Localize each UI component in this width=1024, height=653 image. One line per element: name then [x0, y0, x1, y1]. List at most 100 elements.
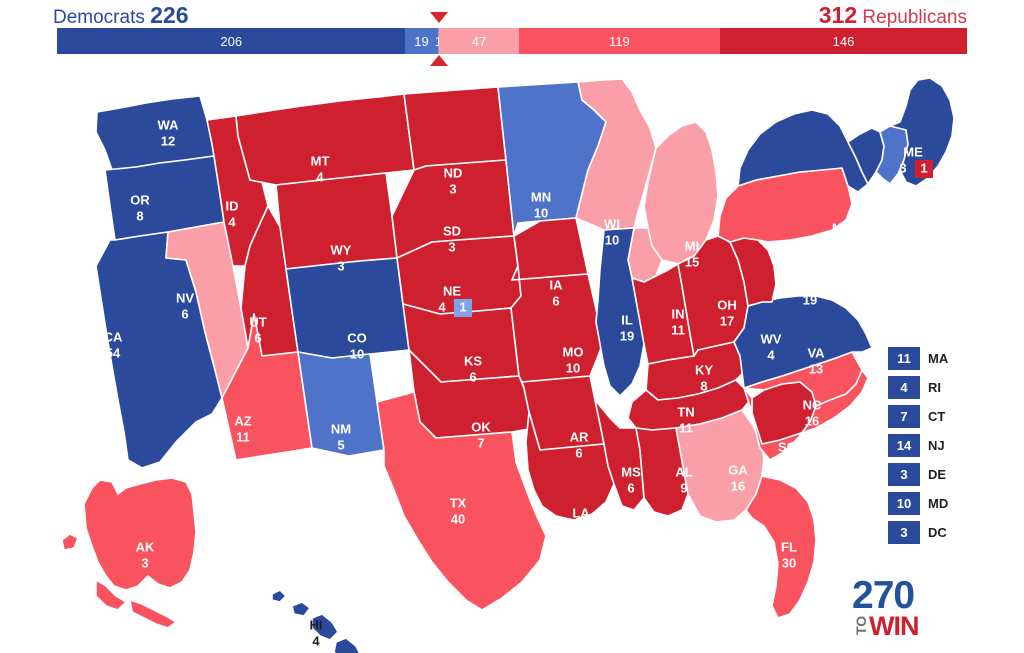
legend-state-abbr: MA: [928, 351, 949, 366]
bar-segment-republican-likely[interactable]: 119: [518, 28, 721, 54]
legend-row-ct[interactable]: 7 CT: [888, 405, 1008, 428]
state-ev-sc: 9: [783, 455, 790, 470]
state-ev-va: 13: [809, 361, 823, 376]
state-ev-pa: 19: [803, 292, 817, 307]
state-ev-ks: 6: [469, 369, 476, 384]
bar-segment-value: 119: [609, 33, 630, 49]
state-label-ok: OK: [471, 419, 491, 434]
state-ev-hi: 4: [312, 633, 320, 648]
electoral-vote-header: Democrats 226 312 Republicans 2061914711…: [0, 0, 1024, 70]
270towin-logo: 270 TO WIN: [852, 574, 972, 640]
bar-segment-value: 206: [220, 33, 243, 49]
legend-row-nj[interactable]: 14 NJ: [888, 434, 1008, 457]
state-ev-az: 11: [236, 429, 250, 444]
state-ev-mt: 4: [316, 169, 324, 184]
state-label-sc: SC: [778, 439, 797, 454]
bar-segment-republican-lean[interactable]: 47: [439, 28, 519, 54]
state-ev-sd: 3: [448, 239, 455, 254]
state-label-az: AZ: [234, 413, 251, 428]
democrat-total-label: Democrats 226: [53, 2, 189, 29]
state-label-wy: WY: [331, 242, 352, 257]
district-ev-ne: 1: [459, 299, 466, 314]
state-ak[interactable]: [61, 477, 197, 629]
state-label-la: LA: [572, 505, 590, 520]
us-map-svg[interactable]: WA12OR8CA54NV6ID4MT4WY3UT6 CO10AZ11NM5ND3…: [0, 70, 1024, 653]
legend-ev-box: 3: [888, 521, 920, 544]
legend-row-ma[interactable]: 11 MA: [888, 347, 1008, 370]
state-label-il: IL: [621, 312, 633, 327]
state-ev-ia: 6: [552, 293, 559, 308]
republican-vote-count: 312: [818, 2, 858, 28]
logo-270-text: 270: [852, 574, 915, 617]
legend-state-abbr: DC: [928, 525, 947, 540]
state-ia[interactable]: [511, 217, 589, 281]
legend-state-abbr: MD: [928, 496, 949, 511]
legend-row-dc[interactable]: 3 DC: [888, 521, 1008, 544]
electoral-vote-bar[interactable]: 20619147119146: [57, 28, 967, 54]
legend-ev-box: 4: [888, 376, 920, 399]
bar-segment-democrat-safe[interactable]: 206: [57, 28, 406, 54]
bar-segment-democrat-likely[interactable]: 19: [405, 28, 438, 54]
state-ev-ne: 4: [438, 299, 446, 314]
bar-segment-value: 146: [832, 33, 855, 49]
bar-segment-republican-safe[interactable]: 146: [720, 28, 967, 54]
legend-row-de[interactable]: 3 DE: [888, 463, 1008, 486]
legend-row-ri[interactable]: 4 RI: [888, 376, 1008, 399]
logo-to-text: TO: [853, 615, 869, 635]
democrat-vote-count: 226: [150, 2, 189, 28]
state-ev-il: 19: [620, 328, 634, 343]
republican-total-label: 312 Republicans: [819, 2, 967, 29]
state-label-nc: NC: [803, 397, 822, 412]
state-ev-ok: 7: [477, 435, 484, 450]
state-label-ia: IA: [550, 277, 564, 292]
state-mt[interactable]: [235, 93, 415, 186]
state-nd[interactable]: [403, 86, 507, 171]
state-label-nv: NV: [176, 290, 194, 305]
state-label-sd: SD: [443, 223, 461, 238]
state-label-ms: MS: [621, 464, 641, 479]
state-label-ne: NE: [443, 283, 461, 298]
state-ev-or: 8: [136, 208, 143, 223]
bar-segment-value: 19: [414, 33, 429, 49]
state-ev-in: 11: [671, 322, 685, 337]
state-ev-wa: 12: [161, 133, 175, 148]
state-ev-ak: 3: [141, 555, 148, 570]
state-label-mt: MT: [311, 153, 330, 168]
state-label-va: VA: [807, 345, 825, 360]
democrat-party-name: Democrats: [53, 7, 145, 28]
state-ev-nd: 3: [449, 181, 456, 196]
state-label-vt: VT: [865, 188, 882, 203]
state-label-hi: HI: [310, 617, 323, 632]
legend-state-abbr: CT: [928, 409, 946, 424]
state-ev-ar: 6: [575, 445, 582, 460]
state-ev-mi: 15: [685, 254, 699, 269]
state-label-ga: GA: [728, 462, 748, 477]
state-label-tn: TN: [677, 404, 694, 419]
state-label-ny: NY: [832, 220, 850, 235]
legend-ev-box: 14: [888, 434, 920, 457]
state-label-nh: NH: [887, 194, 906, 209]
state-ev-al: 9: [680, 480, 687, 495]
legend-ev-box: 3: [888, 463, 920, 486]
state-label-mi: MI: [685, 238, 699, 253]
state-label-ar: AR: [570, 429, 589, 444]
legend-row-md[interactable]: 10 MD: [888, 492, 1008, 515]
state-ev-mn: 10: [534, 205, 548, 220]
us-electoral-map[interactable]: WA 12 OR 8 CA 54 NV 6 ID 4 MT 4 WY 3 UT 6 CO 10 AZ 11 NM 5 ND 3…: [0, 70, 1024, 653]
state-label-co: CO: [347, 330, 367, 345]
small-states-legend: 11 MA 4 RI 7 CT 14 NJ 3 DE 10 MD 3 DC: [888, 347, 1008, 550]
state-ev-ky: 8: [700, 378, 707, 393]
state-label-ky: KY: [695, 362, 713, 377]
state-ev-me: 3: [899, 160, 906, 175]
legend-state-abbr: DE: [928, 467, 947, 482]
state-ev-co: 10: [350, 346, 364, 361]
legend-state-abbr: NJ: [928, 438, 945, 453]
state-ev-fl: 30: [782, 555, 796, 570]
state-label-nm: NM: [331, 421, 351, 436]
legend-ev-box: 11: [888, 347, 920, 370]
state-label-tx: TX: [450, 495, 467, 510]
state-label-mo: MO: [563, 344, 584, 359]
state-ev-tn: 11: [679, 420, 693, 435]
threshold-marker-top-icon: [430, 12, 449, 23]
state-ev-mo: 10: [566, 360, 580, 375]
